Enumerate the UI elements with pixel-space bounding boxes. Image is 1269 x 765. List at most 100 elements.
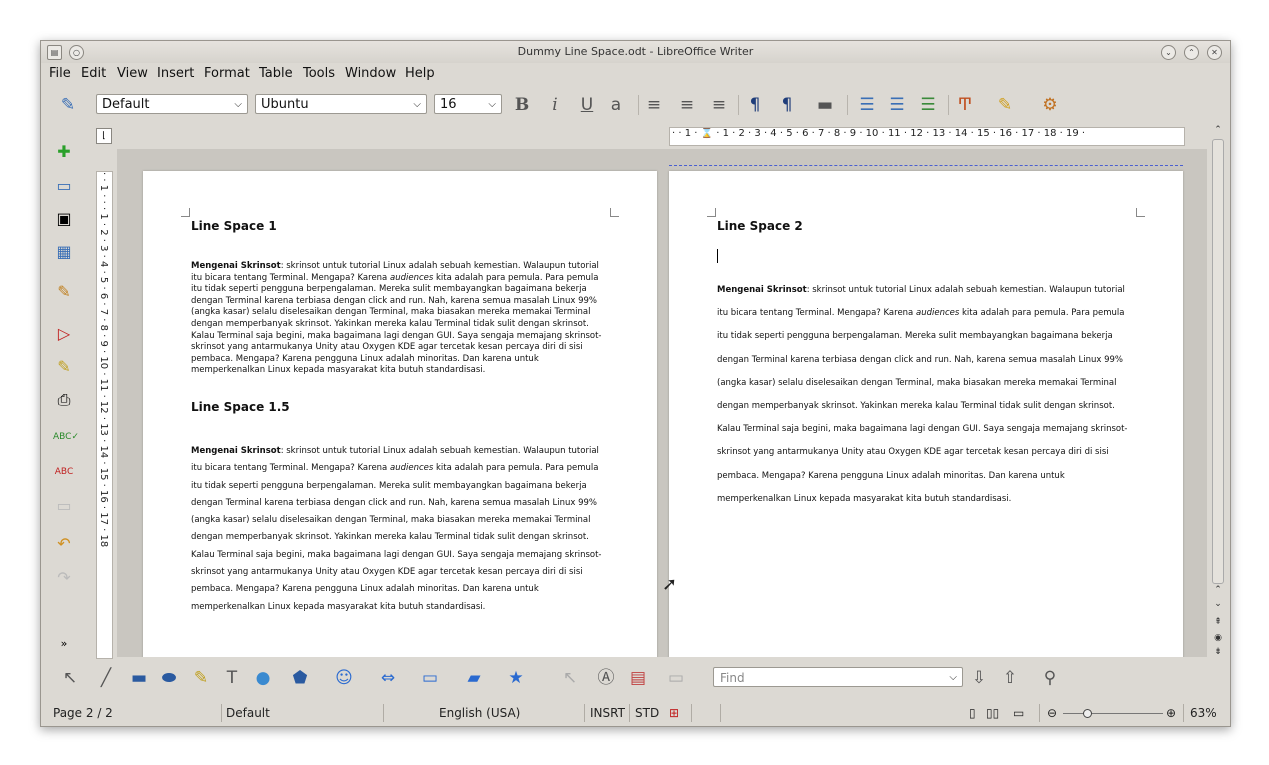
find-replace-icon[interactable]: ⚲ — [1041, 667, 1059, 689]
highlighting-icon[interactable]: ✎ — [996, 94, 1014, 116]
fontwork-icon[interactable]: Ⓐ — [597, 667, 615, 689]
multi-page-view-icon[interactable]: ▯▯ — [986, 706, 999, 720]
redo-icon[interactable]: ↷ — [53, 567, 75, 589]
document-modified-icon[interactable]: ⊞ — [669, 706, 679, 720]
zoom-slider-knob[interactable] — [1083, 709, 1093, 718]
zoom-level[interactable]: 63% — [1190, 706, 1217, 720]
status-separator — [629, 704, 630, 722]
chevron-down-icon: ⌵ — [949, 672, 957, 683]
right-to-left-icon[interactable]: ¶ — [778, 94, 796, 116]
zoom-slider[interactable] — [1063, 709, 1163, 718]
scroll-down-icon[interactable]: ⌄ — [1213, 599, 1223, 609]
next-page-icon[interactable]: ⇟ — [1213, 647, 1223, 657]
previous-page-icon[interactable]: ⇞ — [1213, 617, 1223, 627]
auto-spellcheck-icon[interactable]: ABC — [53, 461, 75, 483]
page-style[interactable]: Default — [226, 706, 270, 720]
bold-icon[interactable]: B — [513, 94, 531, 116]
rectangle-icon[interactable]: ▬ — [130, 667, 148, 689]
navigator-icon[interactable]: ◉ — [1213, 633, 1223, 643]
paragraph-style-select[interactable]: Default ⌵ — [96, 94, 248, 114]
export-pdf-icon[interactable]: ▷ — [53, 323, 75, 345]
text-icon[interactable]: T — [223, 667, 241, 689]
block-arrows-icon[interactable]: ⇔ — [379, 667, 397, 689]
ellipse-icon[interactable]: ⬬ — [160, 667, 178, 689]
page-right[interactable]: Line Space 2 Mengenai Skrinsot: skrinsot… — [669, 171, 1183, 657]
points-icon[interactable]: ↖ — [561, 667, 579, 689]
tab-stop-selector[interactable]: ⌊ — [96, 128, 112, 144]
menu-insert[interactable]: Insert — [157, 66, 194, 81]
menu-window[interactable]: Window — [345, 66, 396, 81]
zoom-out-icon[interactable]: ⊖ — [1047, 706, 1057, 720]
horizontal-ruler[interactable]: · · 1 · ⌛ · 1 · 2 · 3 · 4 · 5 · 6 · 7 · … — [669, 127, 1185, 146]
basic-shapes-icon[interactable]: ⬟ — [291, 667, 309, 689]
maximize-icon[interactable]: ⌃ — [1184, 45, 1199, 60]
print-directly-icon[interactable]: ✎ — [53, 356, 75, 378]
font-color-icon[interactable]: Ͳ — [956, 94, 974, 116]
selection-mode[interactable]: STD — [635, 706, 659, 720]
undo-icon[interactable]: ↶ — [53, 533, 75, 555]
insert-mode[interactable]: INSRT — [590, 706, 625, 720]
save-icon[interactable]: ▣ — [53, 208, 75, 230]
single-page-view-icon[interactable]: ▯ — [969, 706, 976, 720]
edit-mode-icon[interactable]: ✎ — [53, 281, 75, 303]
heading-line-space-2: Line Space 2 — [717, 219, 803, 233]
document-area[interactable]: Line Space 1 Mengenai Skrinsot: skrinsot… — [117, 149, 1207, 657]
menu-help[interactable]: Help — [405, 66, 435, 81]
copy-icon[interactable]: ▭ — [53, 495, 75, 517]
left-to-right-icon[interactable]: ¶ — [746, 94, 764, 116]
menu-edit[interactable]: Edit — [81, 66, 106, 81]
export-icon[interactable]: ▦ — [53, 241, 75, 263]
menu-format[interactable]: Format — [204, 66, 250, 81]
book-view-icon[interactable]: ▭ — [1013, 706, 1024, 720]
list-icon[interactable]: ▬ — [816, 94, 834, 116]
font-size-value: 16 — [440, 97, 457, 112]
zoom-in-icon[interactable]: ⊕ — [1166, 706, 1176, 720]
open-icon[interactable]: ▭ — [53, 175, 75, 197]
from-file-icon[interactable]: ▤ — [629, 667, 647, 689]
numbering-icon[interactable]: ☰ — [858, 94, 876, 116]
edit-file-icon[interactable]: ✎ — [59, 94, 77, 116]
align-justify-icon[interactable]: ≡ — [710, 94, 728, 116]
scrollbar-thumb[interactable] — [1212, 139, 1224, 584]
font-size-select[interactable]: 16 ⌵ — [434, 94, 502, 114]
scroll-up-icon[interactable]: ⌃ — [1213, 585, 1223, 595]
menu-file[interactable]: File — [49, 66, 71, 81]
vertical-scrollbar[interactable]: ⌃ ⌃ ⌄ ⇞ ◉ ⇟ — [1210, 125, 1226, 657]
more-tools-icon[interactable]: » — [53, 633, 75, 655]
menu-table[interactable]: Table — [259, 66, 293, 81]
callout-icon[interactable]: ● — [254, 667, 272, 689]
close-icon[interactable]: ✕ — [1207, 45, 1222, 60]
title-bar[interactable]: ▤ ○ Dummy Line Space.odt - LibreOffice W… — [41, 41, 1230, 63]
font-name-select[interactable]: Ubuntu ⌵ — [255, 94, 427, 114]
find-input[interactable]: Find ⌵ — [713, 667, 963, 687]
italic-icon[interactable]: i — [546, 94, 564, 116]
page-indicator[interactable]: Page 2 / 2 — [53, 706, 113, 720]
line-icon[interactable]: ╱ — [97, 667, 115, 689]
stars-icon[interactable]: ★ — [507, 667, 525, 689]
align-center-icon[interactable]: ≡ — [678, 94, 696, 116]
background-color-icon[interactable]: ⚙ — [1041, 94, 1059, 116]
symbol-shapes-icon[interactable]: ☺ — [335, 667, 353, 689]
menu-view[interactable]: View — [117, 66, 148, 81]
page-left[interactable]: Line Space 1 Mengenai Skrinsot: skrinsot… — [143, 171, 657, 657]
select-icon[interactable]: ↖ — [61, 667, 79, 689]
menu-tools[interactable]: Tools — [303, 66, 335, 81]
find-previous-icon[interactable]: ⇧ — [1001, 667, 1019, 689]
scroll-up-icon[interactable]: ⌃ — [1213, 125, 1223, 135]
indent-icon[interactable]: ☰ — [919, 94, 937, 116]
flowchart-icon[interactable]: ▭ — [421, 667, 439, 689]
spellcheck-icon[interactable]: ABC✓ — [53, 426, 79, 448]
align-left-icon[interactable]: ≡ — [645, 94, 663, 116]
find-next-icon[interactable]: ⇩ — [970, 667, 988, 689]
language-indicator[interactable]: English (USA) — [439, 706, 520, 720]
vertical-ruler[interactable]: · · 1 · · · 1 · 2 · 3 · 4 · 5 · 6 · 7 · … — [96, 171, 113, 659]
freeform-icon[interactable]: ✎ — [192, 667, 210, 689]
underline-icon[interactable]: U — [578, 94, 596, 116]
shadow-icon[interactable]: a — [607, 94, 625, 116]
extrusion-icon[interactable]: ▭ — [667, 667, 685, 689]
minimize-icon[interactable]: ⌄ — [1161, 45, 1176, 60]
callouts-icon[interactable]: ▰ — [465, 667, 483, 689]
bullets-icon[interactable]: ☰ — [888, 94, 906, 116]
print-preview-icon[interactable]: ⎙ — [53, 389, 75, 411]
new-document-icon[interactable]: ✚ — [53, 141, 75, 163]
